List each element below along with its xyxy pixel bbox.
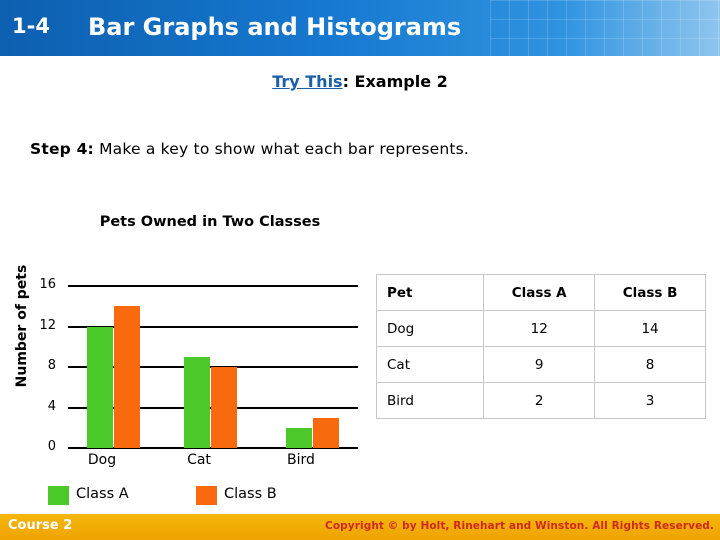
- chart-title: Pets Owned in Two Classes: [99, 214, 321, 230]
- chart-bar: [87, 326, 113, 448]
- legend-swatch: [196, 486, 217, 505]
- chart-legend: Class A Class B: [48, 484, 378, 508]
- pets-data-table: Pet Class A Class B Dog 12 14 Cat 9 8 Bird 2 3: [375, 274, 706, 419]
- table-cell-class-b: 3: [594, 382, 706, 419]
- table-header-class-b: Class B: [594, 274, 706, 311]
- table-header-class-a: Class A: [483, 274, 596, 311]
- step-instruction: Step 4: Make a key to show what each bar…: [30, 140, 690, 158]
- chart-y-tick-label: 12: [39, 317, 56, 333]
- chart-x-tick-label: Cat: [187, 452, 211, 468]
- header-grid-pattern: [490, 0, 720, 56]
- table-header-row: Pet Class A Class B: [375, 274, 706, 311]
- table-row: Dog 12 14: [375, 310, 706, 347]
- chart-bar: [211, 367, 237, 448]
- example-subtitle: Try This: Example 2: [0, 72, 720, 91]
- chart-x-tick-label: Dog: [87, 452, 117, 468]
- table-cell-class-b: 14: [594, 310, 706, 347]
- slide-footer-bar: Course 2 Copyright © by Holt, Rinehart a…: [0, 514, 720, 540]
- step-text: Make a key to show what each bar represe…: [93, 140, 470, 158]
- table-cell-pet: Bird: [375, 382, 485, 419]
- chart-y-tick-label: 8: [47, 358, 56, 374]
- legend-swatch: [48, 486, 69, 505]
- page-title: Bar Graphs and Histograms: [88, 13, 462, 41]
- course-label: Course 2: [8, 518, 73, 533]
- chart-x-tick-label: Bird: [287, 452, 315, 468]
- chart-y-tick-label: 4: [47, 398, 56, 414]
- table-cell-class-a: 9: [483, 346, 596, 383]
- chart-gridline: [68, 285, 358, 288]
- table-row: Cat 9 8: [375, 346, 706, 383]
- table-cell-class-b: 8: [594, 346, 706, 383]
- chart-plot-area: 0 4 8 12 16 Dog Cat Bird: [39, 266, 358, 468]
- copyright-notice: Copyright © by Holt, Rinehart and Winsto…: [325, 520, 714, 532]
- step-label: Step 4:: [30, 140, 94, 158]
- chart-bar: [114, 306, 140, 448]
- chart-y-tick-label: 0: [47, 439, 56, 454]
- bar-chart: Pets Owned in Two Classes Number of pets…: [0, 212, 370, 505]
- table-cell-class-a: 2: [483, 382, 596, 419]
- slide-header-bar: 1-4 Bar Graphs and Histograms: [0, 0, 720, 56]
- legend-label: Class A: [76, 486, 129, 502]
- try-this-label: Try This: [272, 72, 343, 91]
- table-header-pet: Pet: [375, 274, 485, 311]
- chart-bar: [313, 417, 339, 448]
- table-cell-class-a: 12: [483, 310, 596, 347]
- legend-label: Class B: [224, 486, 277, 502]
- chart-bar: [286, 427, 312, 448]
- chart-bar: [184, 357, 210, 448]
- table-row: Bird 2 3: [375, 382, 706, 419]
- chart-y-tick-label: 16: [39, 277, 56, 293]
- table-cell-pet: Dog: [375, 310, 485, 347]
- table-cell-pet: Cat: [375, 346, 485, 383]
- example-number-label: : Example 2: [342, 72, 448, 91]
- lesson-number-badge: 1-4: [12, 14, 50, 38]
